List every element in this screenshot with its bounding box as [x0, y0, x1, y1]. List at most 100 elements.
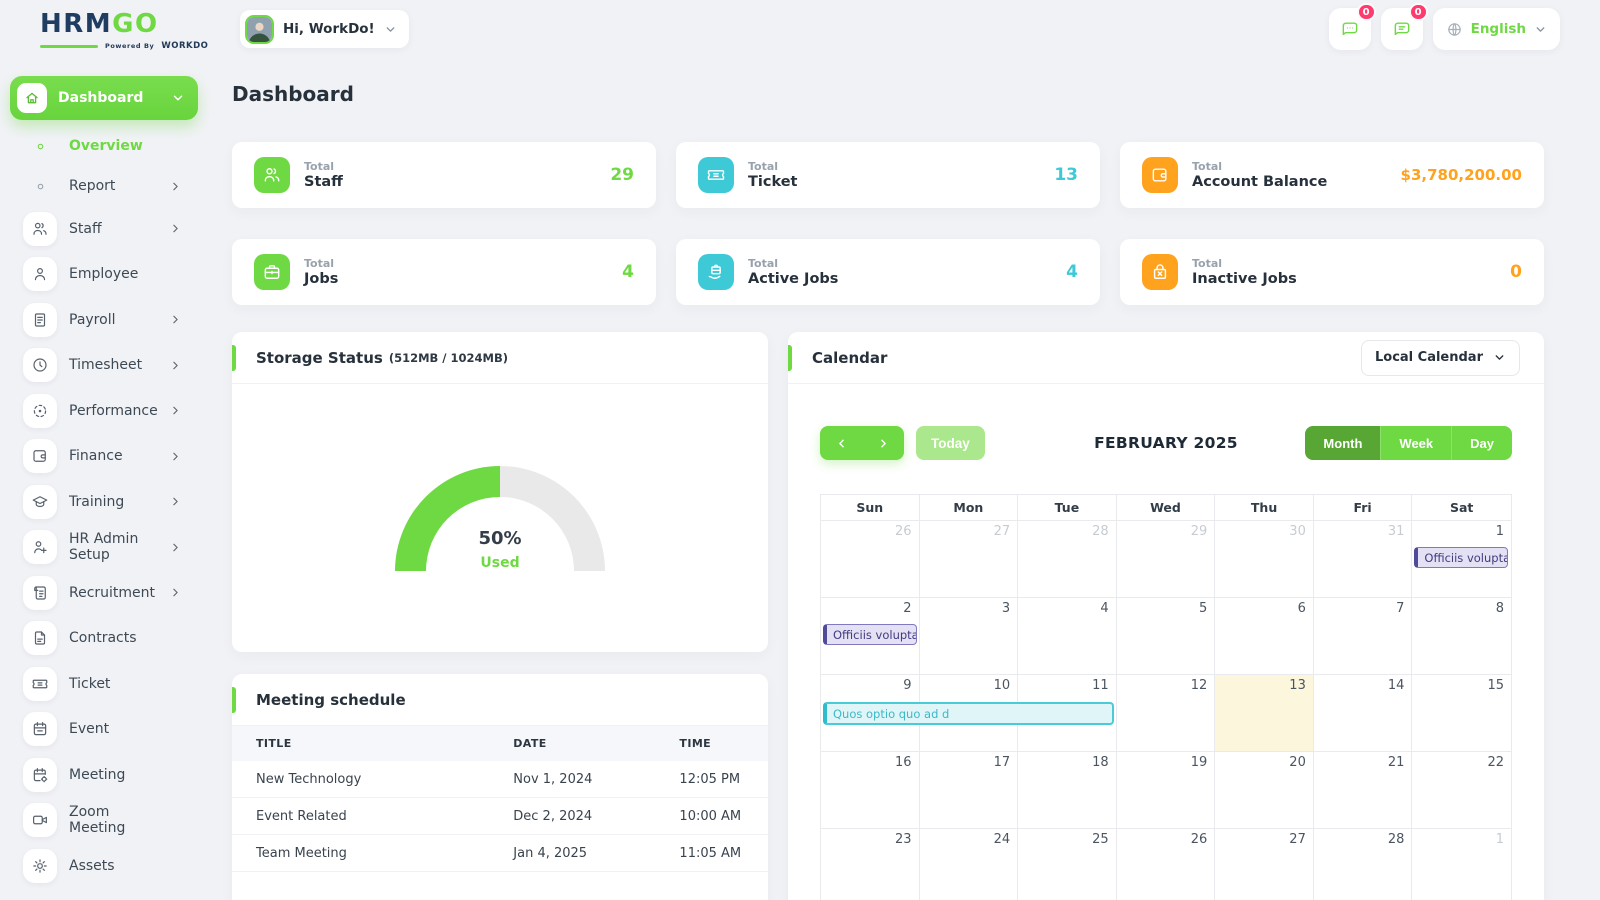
calendar-view-day[interactable]: Day	[1451, 426, 1512, 460]
calendar-cell-3-2[interactable]: 18	[1018, 752, 1117, 829]
chevron-down-icon	[1495, 355, 1504, 360]
stat-card-active-jobs[interactable]: Total Active Jobs 4	[676, 239, 1100, 305]
calendar-icon	[23, 712, 57, 747]
meeting-title: Team Meeting	[232, 834, 490, 872]
calendar-day-header-thu: Thu	[1215, 495, 1314, 521]
briefcase-icon	[254, 254, 290, 290]
calendar-cell-1-5[interactable]: 7	[1313, 598, 1413, 675]
calendar-cell-1-4[interactable]: 6	[1215, 598, 1314, 675]
notifications-button[interactable]: 0	[1380, 3, 1428, 50]
calendar-cell-4-0[interactable]: 23	[821, 829, 920, 900]
chevron-right-icon	[173, 452, 178, 461]
calendar-cell-1-6[interactable]: 8	[1412, 598, 1511, 675]
col-date: DATE	[489, 726, 656, 761]
user-menu-button[interactable]: Hi, WorkDo!	[240, 10, 409, 48]
sidebar-item-contracts[interactable]: Contracts	[10, 616, 198, 662]
calendar-view-month[interactable]: Month	[1305, 426, 1381, 460]
calendar-cell-3-3[interactable]: 19	[1116, 752, 1216, 829]
sidebar-item-staff[interactable]: Staff	[10, 206, 198, 252]
sidebar-item-assets[interactable]: Assets	[10, 843, 198, 889]
calendar-cell-2-3[interactable]: 12	[1116, 675, 1216, 752]
calendar-event[interactable]: Quos optio quo ad d	[823, 702, 1114, 725]
calendar-cell-3-1[interactable]: 17	[919, 752, 1019, 829]
briefcase-x-icon	[1142, 254, 1178, 290]
sidebar-item-report[interactable]: Report	[10, 166, 198, 206]
calendar-cell-4-5[interactable]: 28	[1313, 829, 1413, 900]
app-logo[interactable]: HRMGO Powered By WORKDO	[40, 11, 208, 51]
meeting-schedule-title: Meeting schedule	[256, 690, 406, 709]
sidebar-item-zoom-meeting[interactable]: Zoom Meeting	[10, 798, 198, 844]
meeting-date: Dec 2, 2024	[489, 797, 656, 835]
sidebar-item-recruitment[interactable]: Recruitment	[10, 570, 198, 616]
calendar-view-switcher: Month Week Day	[1305, 426, 1512, 460]
sidebar-item-hr-admin-setup[interactable]: HR Admin Setup	[10, 525, 198, 571]
wallet-icon	[23, 439, 57, 474]
briefcase-hand-icon	[698, 254, 734, 290]
stat-label: Ticket	[748, 174, 798, 190]
stat-card-account-balance[interactable]: Total Account Balance $3,780,200.00	[1120, 142, 1544, 208]
stat-card-ticket[interactable]: Total Ticket 13	[676, 142, 1100, 208]
dot-icon	[23, 169, 57, 203]
meeting-title: Event Related	[232, 797, 490, 835]
stat-card-jobs[interactable]: Total Jobs 4	[232, 239, 656, 305]
calendar-cell-3-5[interactable]: 21	[1313, 752, 1413, 829]
sidebar-item-dashboard[interactable]: Dashboard	[10, 76, 198, 120]
calendar-cell-2-6[interactable]: 15	[1412, 675, 1511, 752]
calendar-gear-icon	[23, 757, 57, 792]
calendar-cell-4-4[interactable]: 27	[1215, 829, 1314, 900]
calendar-week-2: 9 10 11 12 13 14 15 Quos optio quo ad d	[821, 675, 1511, 752]
calendar-cell-1-2[interactable]: 4	[1018, 598, 1117, 675]
wallet-icon	[1142, 157, 1178, 193]
sidebar-item-overview[interactable]: Overview	[10, 126, 198, 166]
calendar-next-button[interactable]	[862, 426, 904, 460]
sidebar-item-training[interactable]: Training	[10, 479, 198, 525]
storage-percent: 50%	[478, 527, 522, 549]
sidebar-item-employee[interactable]: Employee	[10, 252, 198, 298]
calendar-cell-3-4[interactable]: 20	[1215, 752, 1314, 829]
calendar-day-header-mon: Mon	[919, 495, 1019, 521]
calendar-week-3: 16 17 18 19 20 21 22	[821, 752, 1511, 829]
sidebar-item-ticket[interactable]: Ticket	[10, 661, 198, 707]
calendar-today-button[interactable]: Today	[916, 426, 985, 460]
sidebar-item-event[interactable]: Event	[10, 707, 198, 753]
stat-value: 0	[1510, 262, 1522, 282]
calendar-event[interactable]: Officiis voluptas c	[823, 624, 917, 645]
sidebar-item-performance[interactable]: Performance	[10, 388, 198, 434]
meeting-date: Jan 4, 2025	[489, 834, 656, 872]
chevron-right-icon	[880, 439, 886, 447]
calendar-cell-4-3[interactable]: 26	[1116, 829, 1216, 900]
calendar-cell-3-0[interactable]: 16	[821, 752, 920, 829]
chevron-down-icon	[1536, 26, 1545, 32]
sidebar-item-meeting[interactable]: Meeting	[10, 752, 198, 798]
calendar-cell-1-1[interactable]: 3	[919, 598, 1019, 675]
calendar-view-week[interactable]: Week	[1380, 426, 1452, 460]
calendar-cell-2-4[interactable]: 13	[1215, 675, 1314, 752]
table-row: New Technology Nov 1, 2024 12:05 PM	[232, 761, 768, 798]
calendar-event[interactable]: Officiis voluptas c	[1414, 547, 1508, 568]
calendar-cell-1-3[interactable]: 5	[1116, 598, 1216, 675]
calendar-cell-2-5[interactable]: 14	[1313, 675, 1413, 752]
calendar-cell-4-2[interactable]: 25	[1018, 829, 1117, 900]
calendar-cell-4-6[interactable]: 1	[1412, 829, 1511, 900]
calendar-prev-button[interactable]	[820, 426, 862, 460]
calendar-cell-0-3[interactable]: 29	[1116, 521, 1216, 598]
chevron-down-icon	[173, 95, 183, 101]
sidebar-item-payroll[interactable]: Payroll	[10, 297, 198, 343]
language-selector[interactable]: English	[1432, 8, 1560, 50]
calendar-cell-4-1[interactable]: 24	[919, 829, 1019, 900]
calendar-cell-0-4[interactable]: 30	[1215, 521, 1314, 598]
stat-prefix: Total	[748, 160, 779, 173]
target-icon	[23, 393, 57, 428]
calendar-source-select[interactable]: Local Calendar	[1360, 339, 1520, 376]
calendar-cell-0-1[interactable]: 27	[919, 521, 1019, 598]
calendar-cell-0-2[interactable]: 28	[1018, 521, 1117, 598]
stat-prefix: Total	[304, 160, 335, 173]
calendar-cell-0-5[interactable]: 31	[1313, 521, 1413, 598]
messages-button[interactable]: 0	[1328, 3, 1376, 50]
calendar-cell-3-6[interactable]: 22	[1412, 752, 1511, 829]
sidebar-item-timesheet[interactable]: Timesheet	[10, 343, 198, 389]
stat-card-inactive-jobs[interactable]: Total Inactive Jobs 0	[1120, 239, 1544, 305]
calendar-cell-0-0[interactable]: 26	[821, 521, 920, 598]
stat-card-staff[interactable]: Total Staff 29	[232, 142, 656, 208]
sidebar-item-finance[interactable]: Finance	[10, 434, 198, 480]
